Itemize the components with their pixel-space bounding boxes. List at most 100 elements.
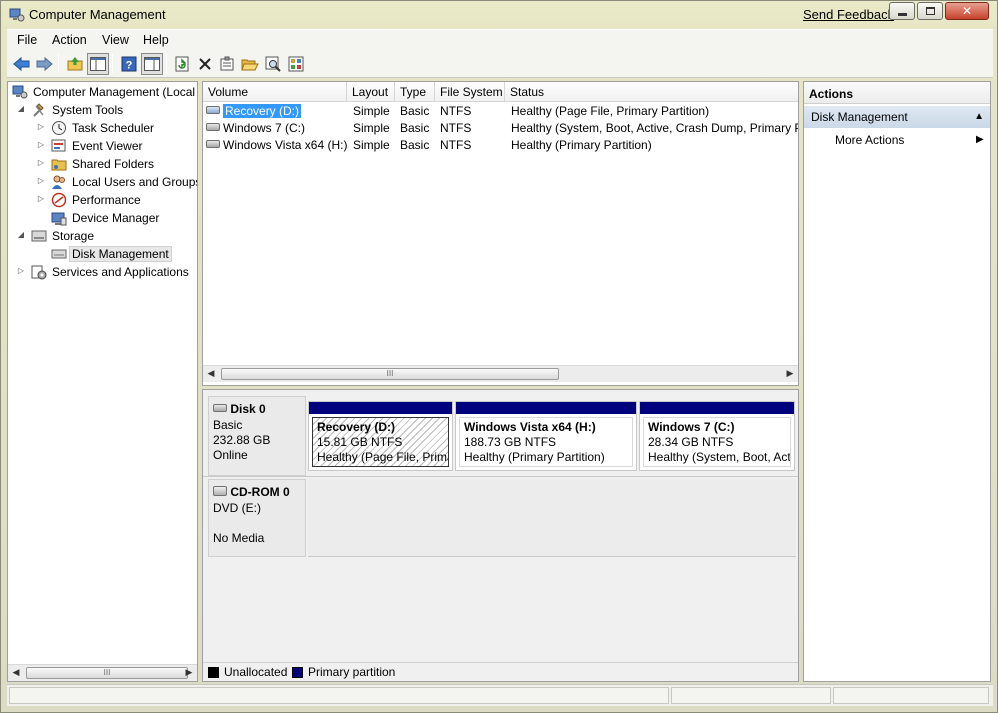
- shared-folder-icon: [51, 159, 67, 171]
- partition-name: Windows 7 (C:): [648, 420, 735, 434]
- expand-arrow-icon[interactable]: ▷: [36, 122, 46, 131]
- show-hide-action-pane-button[interactable]: [141, 53, 163, 75]
- users-icon: [52, 175, 65, 189]
- actions-header: Actions: [804, 82, 990, 104]
- show-hide-action-icon: [144, 57, 160, 71]
- tree-horizontal-scrollbar[interactable]: ◀ III ▶: [8, 664, 197, 681]
- volume-layout: Simple: [353, 138, 390, 152]
- disk-graphical-view: Disk 0 Basic 232.88 GB Online Recovery (…: [202, 389, 799, 682]
- tree-label-event-viewer: Event Viewer: [72, 139, 143, 153]
- cdrom-0-label[interactable]: CD-ROM 0 DVD (E:) No Media: [208, 479, 306, 557]
- legend-unallocated: Unallocated: [224, 665, 288, 679]
- menu-help[interactable]: Help: [143, 33, 169, 47]
- column-header-type[interactable]: Type: [395, 82, 435, 102]
- title-bar: Computer Management Send Feedback ✕: [1, 1, 997, 28]
- tree-label-task-scheduler: Task Scheduler: [72, 121, 155, 135]
- menu-action[interactable]: Action: [52, 33, 87, 47]
- partition-size: 28.34 GB NTFS: [648, 435, 734, 449]
- open-button[interactable]: [239, 53, 261, 75]
- properties-button[interactable]: [216, 53, 238, 75]
- menu-view[interactable]: View: [102, 33, 129, 47]
- disk-management-icon: [51, 249, 67, 259]
- status-cell-main: [9, 687, 669, 704]
- scroll-left-arrow-icon[interactable]: ◀: [8, 667, 24, 678]
- send-feedback-link[interactable]: Send Feedback: [803, 7, 894, 22]
- expand-arrow-icon[interactable]: ▷: [36, 194, 46, 203]
- show-hide-console-tree-button[interactable]: [87, 53, 109, 75]
- device-manager-icon: [51, 212, 67, 226]
- column-header-status[interactable]: Status: [505, 82, 798, 102]
- storage-icon: [31, 230, 47, 242]
- close-icon: ✕: [961, 4, 973, 18]
- computer-management-app-icon: [9, 8, 25, 22]
- partition-status: Healthy (System, Boot, Act: [648, 450, 791, 464]
- column-header-file-system[interactable]: File System: [435, 82, 505, 102]
- forward-button[interactable]: [33, 53, 55, 75]
- expand-arrow-icon[interactable]: ▷: [16, 266, 26, 275]
- collapse-arrow-icon[interactable]: ◢: [16, 230, 26, 239]
- disk-0-label[interactable]: Disk 0 Basic 232.88 GB Online: [208, 396, 306, 476]
- volume-layout: Simple: [353, 121, 390, 135]
- expand-arrow-icon[interactable]: ▷: [36, 140, 46, 149]
- partition-status: Healthy (Page File, Prima: [317, 450, 449, 464]
- help-icon: ?: [121, 56, 137, 72]
- volume-list: Volume Layout Type File System Status Re…: [202, 81, 799, 386]
- table-row[interactable]: Windows Vista x64 (H:) Simple Basic NTFS…: [203, 137, 798, 154]
- volume-file-system: NTFS: [440, 138, 472, 152]
- maximize-button[interactable]: [917, 2, 943, 20]
- volume-icon: [206, 106, 220, 114]
- scroll-thumb[interactable]: III: [26, 667, 188, 679]
- more-actions-item[interactable]: More Actions: [835, 133, 904, 147]
- partition-body: Windows Vista x64 (H:) 188.73 GB NTFS He…: [459, 417, 633, 467]
- column-header-layout[interactable]: Layout: [347, 82, 395, 102]
- collapse-up-icon[interactable]: ▲: [974, 111, 984, 122]
- column-header-volume[interactable]: Volume: [203, 82, 347, 102]
- close-button[interactable]: ✕: [945, 2, 989, 20]
- partition-size: 15.81 GB NTFS: [317, 435, 403, 449]
- scroll-right-arrow-icon[interactable]: ▶: [782, 368, 798, 379]
- volume-status: Healthy (Primary Partition): [511, 138, 652, 152]
- settings-button[interactable]: [285, 53, 307, 75]
- tree-label-root: Computer Management (Local: [33, 85, 196, 99]
- menu-file[interactable]: File: [17, 33, 37, 47]
- event-viewer-icon: [51, 139, 66, 152]
- scroll-right-arrow-icon[interactable]: ▶: [181, 667, 197, 678]
- delete-icon: [199, 58, 211, 70]
- partition-windows-7[interactable]: Windows 7 (C:) 28.34 GB NTFS Healthy (Sy…: [639, 401, 795, 471]
- forward-arrow-icon: [36, 56, 53, 72]
- up-one-level-button[interactable]: [64, 53, 86, 75]
- actions-section-disk-management[interactable]: Disk Management ▲: [804, 106, 990, 128]
- table-row[interactable]: Recovery (D:) Simple Basic NTFS Healthy …: [203, 103, 798, 120]
- more-actions-label: More Actions: [835, 133, 905, 147]
- performance-icon: [51, 192, 67, 208]
- collapse-arrow-icon[interactable]: ◢: [16, 104, 26, 113]
- refresh-button[interactable]: [171, 53, 193, 75]
- volume-status: Healthy (System, Boot, Active, Crash Dum…: [511, 121, 799, 135]
- delete-button[interactable]: [194, 53, 216, 75]
- partition-size: 188.73 GB NTFS: [464, 435, 557, 449]
- partition-recovery[interactable]: Recovery (D:) 15.81 GB NTFS Healthy (Pag…: [308, 401, 453, 471]
- volume-list-horizontal-scrollbar[interactable]: ◀ III ▶: [203, 365, 798, 382]
- disk-0-size: 232.88 GB: [213, 433, 271, 447]
- primary-partition-bar: [309, 402, 452, 414]
- properties-icon: [220, 56, 234, 71]
- volume-list-header: Volume Layout Type File System Status: [203, 82, 798, 102]
- services-icon: [31, 265, 47, 280]
- hard-disk-icon: [213, 404, 227, 412]
- volume-type: Basic: [400, 121, 430, 135]
- status-cell-tertiary: [833, 687, 989, 704]
- table-row[interactable]: Windows 7 (C:) Simple Basic NTFS Healthy…: [203, 120, 799, 137]
- partition-windows-vista[interactable]: Windows Vista x64 (H:) 188.73 GB NTFS He…: [455, 401, 637, 471]
- back-button[interactable]: [11, 53, 33, 75]
- scroll-left-arrow-icon[interactable]: ◀: [203, 368, 219, 379]
- system-tools-icon: [33, 103, 44, 117]
- expand-arrow-icon[interactable]: ▷: [36, 176, 46, 185]
- find-button[interactable]: [262, 53, 284, 75]
- minimize-button[interactable]: [889, 2, 915, 20]
- scroll-thumb[interactable]: III: [221, 368, 559, 380]
- disk-0-type: Basic: [213, 418, 243, 432]
- disk-separator: [203, 476, 798, 477]
- expand-arrow-icon[interactable]: ▷: [36, 158, 46, 167]
- help-button[interactable]: ?: [118, 53, 140, 75]
- tree-label-storage: Storage: [52, 229, 95, 243]
